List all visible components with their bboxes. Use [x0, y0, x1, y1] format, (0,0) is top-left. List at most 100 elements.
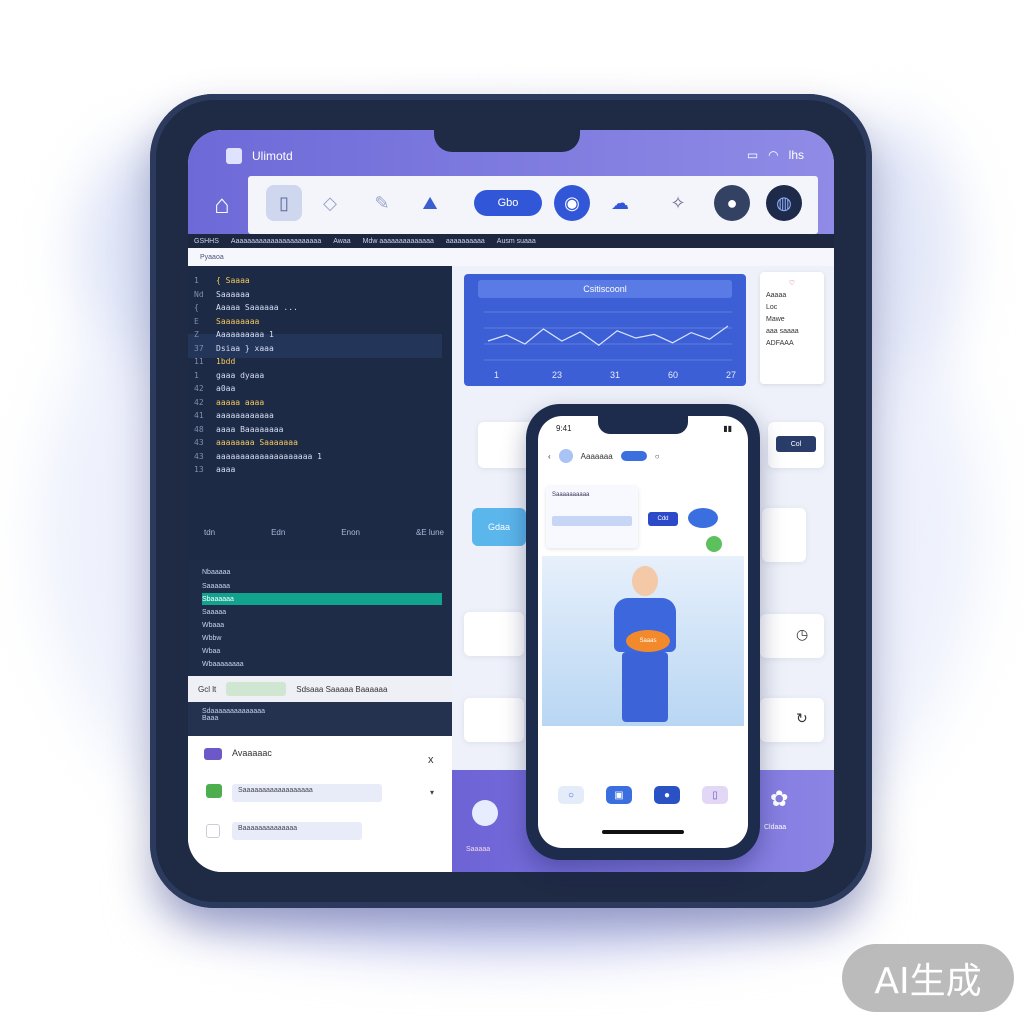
- console-bar: Gcl lt Sdsaaa Saaaaa Baaaaaa: [188, 676, 452, 702]
- breadcrumb: Pyaaoa: [188, 248, 834, 266]
- tree-item[interactable]: Wbbw: [202, 632, 442, 644]
- menu-item[interactable]: Aaaaaaaaaaaaaaaaaaaaaaa: [231, 238, 321, 245]
- line-number: Nd: [194, 289, 204, 299]
- code-line: 43 aaaaaaaa Saaaaaaa: [194, 438, 298, 450]
- console-actions[interactable]: Sdsaaa Saaaaa Baaaaaa: [296, 685, 387, 694]
- diamond-icon[interactable]: ◇: [312, 185, 348, 221]
- note-icon[interactable]: ✎: [364, 185, 400, 221]
- phone-screen: 9:41 ▮▮ ‹ Aaaaaaa ○ Saaaaaaaaaa Cdd Saaa…: [538, 416, 748, 848]
- file-icon[interactable]: ▯: [266, 185, 302, 221]
- menu-item[interactable]: aaaaaaaaaa: [446, 238, 485, 245]
- search-icon[interactable]: ○: [558, 786, 584, 804]
- line-number: E: [194, 316, 199, 326]
- code-text: aaaa: [216, 465, 236, 474]
- close-icon[interactable]: x: [428, 754, 434, 766]
- code-editor[interactable]: 1 { Saaaa Nd Saaaaaa {Aaaaa Saaaaaa ... E Saaa…: [188, 266, 452, 566]
- code-text: Dsiaa } xaaa: [216, 343, 274, 353]
- menu-item[interactable]: Ausm suaaa: [497, 238, 536, 245]
- menu-item[interactable]: GSHHS: [194, 238, 219, 245]
- terminal-tab[interactable]: [226, 682, 287, 696]
- code-text: aaaaaaaaaaaa: [216, 411, 274, 420]
- output-line: Baaa: [202, 715, 219, 722]
- bottom-right-label: Cldaaa: [764, 824, 787, 831]
- menu-item[interactable]: Awaa: [333, 238, 350, 245]
- tree-header-label: Nbaaaaa: [202, 568, 231, 576]
- editor-column: Edn: [271, 528, 286, 537]
- dialog-field[interactable]: Baaaaaaaaaaaaaa: [232, 822, 362, 840]
- code-line: 1 { Saaaa: [194, 276, 250, 288]
- line-number: 48: [194, 424, 204, 434]
- phone-nav-bar: ‹ Aaaaaaa ○: [548, 444, 738, 468]
- side-card-line: ADFAAA: [766, 340, 794, 347]
- back-icon[interactable]: ‹: [548, 452, 551, 461]
- tree-item[interactable]: Wbaaa: [202, 619, 442, 631]
- cloud-icon[interactable]: ☁: [602, 185, 638, 221]
- tree-item[interactable]: Sbaaaaaa: [202, 593, 442, 605]
- message-icon[interactable]: ▣: [606, 786, 632, 804]
- line-number: 41: [194, 411, 204, 420]
- more-icon[interactable]: ○: [655, 452, 660, 461]
- profile-icon[interactable]: ●: [654, 786, 680, 804]
- illustration-stage: { "statusbar": {"app_title": "Ulimotd", …: [0, 0, 1024, 1024]
- compass-icon[interactable]: ✧: [660, 185, 696, 221]
- bookmark-icon[interactable]: ▯: [702, 786, 728, 804]
- side-card-line: Loc: [766, 304, 778, 311]
- code-text: aaaaaaaa Saaaaaaa: [216, 438, 298, 447]
- x-tick-label: 60: [668, 370, 678, 380]
- right-button[interactable]: Col: [776, 436, 816, 452]
- refresh-icon[interactable]: ↻: [796, 710, 808, 727]
- code-line: 42 a0aa: [194, 384, 235, 396]
- line-number: 13: [194, 465, 204, 474]
- tree-item-label: Sbaaaaaa: [202, 595, 234, 603]
- code-text: aaaaaaaaaaaaaaaaaaaa 1: [216, 451, 322, 461]
- code-line: Nd Saaaaaa: [194, 290, 250, 302]
- dialog-field[interactable]: Saaaaaaaaaaaaaaaaaa: [232, 784, 382, 802]
- tree-item[interactable]: Saaaaa: [202, 606, 442, 618]
- tree-item-label: Saaaaa: [202, 608, 227, 616]
- menu-item[interactable]: Mdw aaaaaaaaaaaaaa: [363, 238, 434, 245]
- phone-signal-icon: ▮▮: [723, 424, 732, 433]
- wifi-icon: ◠: [768, 148, 779, 162]
- chart-icon[interactable]: ⛰: [412, 185, 448, 221]
- dialog-title: Avaaaaac: [232, 748, 272, 758]
- code-text: 1bdd: [216, 357, 236, 366]
- phone-nav-pill[interactable]: [620, 451, 647, 461]
- code-text: gaaa dyaaa: [216, 370, 265, 380]
- file-tree: Nbaaaaa Saaaaaa Sbaaaaaa Saaaaa Wbaaa Wbbw Wb…: [188, 560, 452, 676]
- profile-icon[interactable]: ◍: [766, 185, 802, 221]
- phone-frame: 9:41 ▮▮ ‹ Aaaaaaa ○ Saaaaaaaaaa Cdd Saaa…: [526, 404, 760, 860]
- editor-column: tdn: [204, 528, 216, 537]
- tree-item[interactable]: Saaaaaa: [202, 580, 442, 592]
- avatar: [472, 800, 498, 826]
- toolbar-primary-button[interactable]: Gbo: [474, 190, 542, 216]
- status-icons: ▭ ◠ lhs: [747, 148, 804, 162]
- clock-icon[interactable]: ◷: [796, 626, 808, 643]
- chevron-down-icon[interactable]: ▾: [430, 788, 434, 797]
- settings-icon[interactable]: ✿: [770, 786, 788, 812]
- home-icon[interactable]: ⌂: [202, 184, 242, 224]
- code-line: 41 aaaaaaaaaaaa: [194, 411, 274, 423]
- console-tab[interactable]: Gcl lt: [198, 685, 216, 694]
- check-icon: [206, 784, 222, 798]
- blue-button[interactable]: Gdaa: [472, 508, 526, 546]
- checkbox[interactable]: [206, 824, 220, 838]
- code-line: 42 aaaaa aaaa: [194, 398, 264, 410]
- record-icon[interactable]: ●: [714, 185, 750, 221]
- phone-nav-title: Aaaaaaa: [580, 451, 613, 461]
- code-text: Aaaaaaaaaa 1: [216, 330, 274, 339]
- code-text: Saaaaaa: [216, 289, 250, 299]
- line-number: 42: [194, 384, 204, 393]
- chat-bubble-icon[interactable]: [688, 508, 718, 528]
- line-number: 1: [194, 370, 199, 380]
- code-line: 11 1bdd: [194, 357, 235, 369]
- app-icon: [226, 148, 242, 164]
- tree-item[interactable]: Wbaa: [202, 645, 442, 657]
- phone-card-button[interactable]: Cdd: [648, 512, 678, 526]
- orange-badge: Saaas: [626, 630, 670, 652]
- home-indicator: [602, 830, 684, 834]
- bottom-left-label: Saaaaa: [466, 846, 491, 853]
- code-text: { Saaaa: [216, 276, 250, 285]
- tree-item[interactable]: Wbaaaaaaaa: [202, 658, 442, 670]
- globe-icon[interactable]: ◉: [554, 185, 590, 221]
- chart-header: Csitiscoonl: [478, 280, 732, 298]
